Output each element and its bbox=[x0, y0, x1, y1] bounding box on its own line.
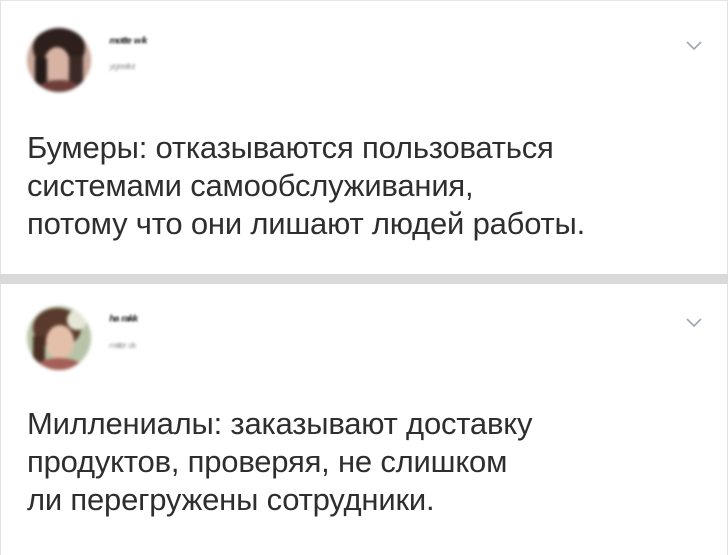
author-name[interactable]: ʰᵃ ʳᵃᵏᵏ bbox=[109, 312, 138, 328]
post-text-line: потому что они лишают людей работы. bbox=[27, 206, 586, 241]
post-date: ʸʳᵍʳᵉᵃᶠʳᵘᵗ bbox=[109, 61, 135, 75]
post-card: ᵐᵒᵗᵗᵉ ʷⁱᵏ ʸʳᵍʳᵉᵃᶠʳᵘᵗ Бумеры: отказываютс… bbox=[0, 0, 728, 274]
post-text-line: Миллениалы: заказывают доставку bbox=[27, 406, 533, 441]
post-text-line: системами самообслуживания, bbox=[27, 168, 474, 203]
avatar[interactable] bbox=[27, 306, 91, 370]
post-date: ᵐᵃᵗᵗᵉʳ ᵈᵃ bbox=[109, 340, 136, 354]
post-card: ʰᵃ ʳᵃᵏᵏ ᵐᵃᵗᵗᵉʳ ᵈᵃ Миллениалы: заказывают… bbox=[0, 284, 728, 555]
chevron-down-icon[interactable] bbox=[685, 316, 703, 328]
post-text: Миллениалы: заказывают доставку продукто… bbox=[27, 405, 701, 519]
avatar[interactable] bbox=[27, 28, 91, 92]
author-name[interactable]: ᵐᵒᵗᵗᵉ ʷⁱᵏ bbox=[109, 34, 147, 51]
post-text-line: ли перегружены сотрудники. bbox=[27, 482, 435, 517]
post-text-line: Бумеры: отказываются пользоваться bbox=[27, 130, 554, 165]
chevron-down-icon[interactable] bbox=[685, 39, 703, 51]
feed: ᵐᵒᵗᵗᵉ ʷⁱᵏ ʸʳᵍʳᵉᵃᶠʳᵘᵗ Бумеры: отказываютс… bbox=[0, 0, 728, 555]
post-text: Бумеры: отказываются пользоваться систем… bbox=[27, 129, 701, 243]
post-text-line: продуктов, проверяя, не слишком bbox=[27, 444, 508, 479]
